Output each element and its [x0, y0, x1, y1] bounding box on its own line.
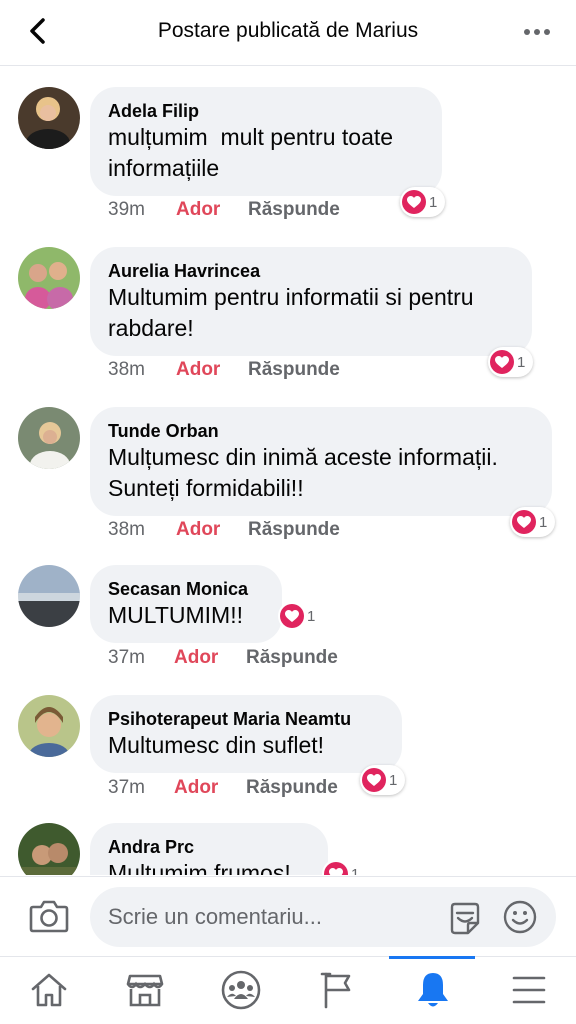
comment-text: Mulțumesc din inimă aceste informații. S…	[108, 444, 498, 501]
comment-author[interactable]: Psihoterapeut Maria Neamtu	[108, 708, 383, 730]
heart-reaction-icon	[402, 190, 426, 214]
tab-pages[interactable]	[312, 967, 362, 1013]
reply-button[interactable]: Răspunde	[246, 777, 338, 799]
avatar[interactable]	[18, 407, 80, 469]
comment-composer: Scrie un comentariu...	[0, 876, 576, 956]
comment-author[interactable]: Secasan Monica	[108, 578, 263, 600]
reaction-badge[interactable]: 1	[488, 347, 534, 377]
like-button[interactable]: Ador	[174, 777, 246, 799]
reply-button[interactable]: Răspunde	[248, 359, 340, 381]
comment-author[interactable]: Tunde Orban	[108, 420, 533, 442]
sticker-icon	[450, 902, 480, 935]
like-button[interactable]: Ador	[176, 359, 248, 381]
comment-actions: 38m Ador Răspunde	[108, 359, 340, 381]
camera-button[interactable]	[28, 897, 70, 935]
avatar[interactable]	[18, 565, 80, 627]
comment-bubble[interactable]: Adela Filip mulțumim mult pentru toate i…	[90, 87, 442, 196]
comment-input[interactable]: Scrie un comentariu...	[90, 887, 556, 947]
sticker-button[interactable]	[446, 899, 484, 937]
emoji-button[interactable]	[502, 899, 538, 935]
more-dots-icon	[524, 29, 550, 35]
reaction-count: 1	[517, 353, 526, 371]
comment-author[interactable]: Andra Prc	[108, 836, 309, 858]
pages-flag-icon	[320, 972, 351, 1009]
like-button[interactable]: Ador	[176, 199, 248, 221]
comment-text: Multumim pentru informatii si pentru rab…	[108, 284, 474, 341]
avatar[interactable]	[18, 823, 80, 875]
comment-author[interactable]: Adela Filip	[108, 100, 423, 122]
reaction-badge[interactable]: 1	[278, 601, 324, 631]
comment-text: Multumesc din suflet!	[108, 732, 325, 758]
comments-list: Adela Filip mulțumim mult pentru toate i…	[0, 67, 576, 875]
heart-reaction-icon	[280, 604, 304, 628]
tab-menu[interactable]	[504, 967, 554, 1013]
comment-actions: 39m Ador Răspunde	[108, 199, 340, 221]
comment-bubble[interactable]: Tunde Orban Mulțumesc din inimă aceste i…	[90, 407, 552, 516]
tab-marketplace[interactable]	[120, 967, 170, 1013]
reaction-badge[interactable]: 1	[360, 765, 406, 795]
marketplace-icon	[126, 974, 164, 1007]
camera-icon	[29, 900, 69, 933]
comment-text: MULTUMIM!!	[108, 602, 244, 628]
emoji-icon	[503, 900, 537, 934]
reaction-count: 1	[429, 193, 438, 211]
heart-reaction-icon	[324, 862, 348, 875]
home-icon	[31, 973, 67, 1007]
comment-bubble[interactable]: Secasan Monica MULTUMIM!!	[90, 565, 282, 643]
comment-text: mulțumim mult pentru toate informațiile	[108, 124, 394, 181]
reaction-count: 1	[307, 607, 316, 625]
page-title: Postare publicată de Marius	[157, 19, 419, 42]
comment-actions: 37m Ador Răspunde	[108, 777, 338, 799]
comment-author[interactable]: Aurelia Havrincea	[108, 260, 513, 282]
heart-reaction-icon	[512, 510, 536, 534]
reaction-badge[interactable]: 1	[510, 507, 556, 537]
heart-reaction-icon	[490, 350, 514, 374]
avatar[interactable]	[18, 247, 80, 309]
bottom-tab-bar	[0, 956, 576, 1024]
comment-bubble[interactable]: Andra Prc Multumim frumos!	[90, 823, 328, 875]
menu-icon	[512, 976, 546, 1004]
comment-time[interactable]: 37m	[108, 777, 174, 799]
comment-time[interactable]: 39m	[108, 199, 176, 221]
avatar[interactable]	[18, 87, 80, 149]
tab-home[interactable]	[24, 967, 74, 1013]
tab-notifications[interactable]	[408, 967, 458, 1013]
reply-button[interactable]: Răspunde	[246, 647, 338, 669]
comment-actions: 38m Ador Răspunde	[108, 519, 340, 541]
comment-placeholder: Scrie un comentariu...	[108, 904, 322, 929]
more-options-button[interactable]	[522, 20, 552, 44]
reply-button[interactable]: Răspunde	[248, 519, 340, 541]
reaction-badge[interactable]: 1	[400, 187, 446, 217]
heart-reaction-icon	[362, 768, 386, 792]
reaction-badge[interactable]: 1	[322, 859, 368, 876]
top-bar: Postare publicată de Marius	[0, 0, 576, 66]
notifications-bell-icon	[418, 973, 448, 1007]
comment-time[interactable]: 38m	[108, 359, 176, 381]
comment-actions: 37m Ador Răspunde	[108, 647, 338, 669]
active-tab-indicator	[389, 956, 475, 959]
comment-text: Multumim frumos!	[108, 860, 291, 875]
comment-bubble[interactable]: Aurelia Havrincea Multumim pentru inform…	[90, 247, 532, 356]
reaction-count: 1	[389, 771, 398, 789]
comment-bubble[interactable]: Psihoterapeut Maria Neamtu Multumesc din…	[90, 695, 402, 773]
comment-time[interactable]: 38m	[108, 519, 176, 541]
avatar[interactable]	[18, 695, 80, 757]
reaction-count: 1	[351, 865, 360, 876]
groups-icon	[221, 970, 261, 1010]
reply-button[interactable]: Răspunde	[248, 199, 340, 221]
tab-groups[interactable]	[216, 967, 266, 1013]
reaction-count: 1	[539, 513, 548, 531]
comment-time[interactable]: 37m	[108, 647, 174, 669]
like-button[interactable]: Ador	[174, 647, 246, 669]
like-button[interactable]: Ador	[176, 519, 248, 541]
